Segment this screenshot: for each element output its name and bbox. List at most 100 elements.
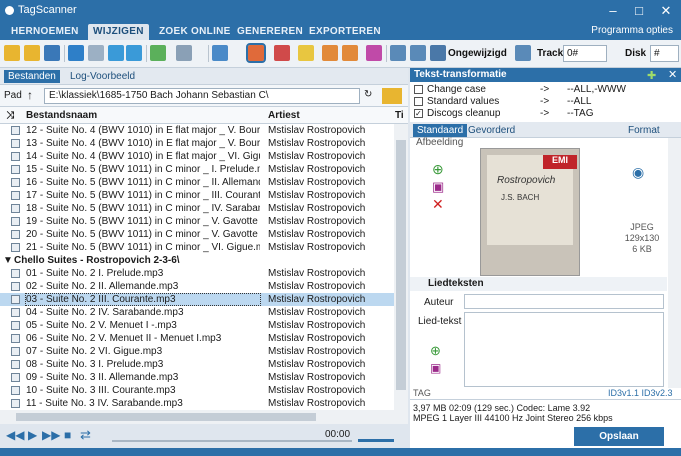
select-icon[interactable] [150, 45, 166, 61]
table-row[interactable]: 03 - Suite No. 2 III. Courante.mp3 Mstisl… [0, 293, 394, 306]
table-row[interactable]: 17 - Suite No. 5 (BWV 1011) in C minor _… [0, 189, 394, 202]
table-row[interactable]: 14 - Suite No. 4 (BWV 1010) in E flat ma… [0, 150, 394, 163]
table-row[interactable]: 05 - Suite No. 2 V. Menuet I -.mp3 Mstisl… [0, 319, 394, 332]
transform-row[interactable]: Change case -> --ALL,-WWW [410, 84, 681, 95]
tag-editor-icon[interactable] [246, 43, 266, 63]
table-row[interactable]: 20 - Suite No. 5 (BWV 1011) in C minor _… [0, 228, 394, 241]
save-lyrics-icon[interactable]: ▣ [430, 361, 441, 375]
move-up-icon[interactable] [126, 45, 142, 61]
horizontal-scrollbar[interactable] [0, 410, 408, 424]
tab-hernoemen[interactable]: HERNOEMEN [6, 24, 84, 40]
browse-folder-icon[interactable] [382, 88, 402, 104]
eye-icon[interactable]: ◉ [632, 164, 644, 181]
repeat-icon[interactable]: ⇄ [80, 427, 91, 443]
tab-log-preview[interactable]: Log-Voorbeeld [66, 70, 139, 83]
table-row[interactable]: 02 - Suite No. 2 II. Allemande.mp3 Mstisl… [0, 280, 394, 293]
tab-files[interactable]: Bestanden [4, 70, 60, 83]
table-row[interactable]: 08 - Suite No. 3 I. Prelude.mp3 Mstislav … [0, 358, 394, 371]
album-artwork[interactable]: EMI Rostropovich J.S. BACH [480, 148, 580, 276]
delete-image-icon[interactable]: ✕ [432, 196, 444, 213]
add-folder-icon[interactable] [24, 45, 40, 61]
disk-field[interactable]: # [650, 45, 679, 62]
lyrics-field[interactable] [464, 312, 664, 387]
seek-bar[interactable] [112, 440, 352, 442]
up-arrow-icon[interactable]: ↑ [27, 88, 33, 102]
tag-folder-icon[interactable] [298, 45, 314, 61]
forward-icon[interactable]: ▶▶ [42, 428, 60, 442]
lyrics-header[interactable]: Liedteksten [410, 277, 667, 291]
table-row[interactable]: 11 - Suite No. 3 IV. Sarabande.mp3 Mstisl… [0, 397, 394, 410]
tab-standard[interactable]: Standaard [413, 124, 468, 137]
image-icon[interactable] [390, 45, 406, 61]
table-row[interactable]: 04 - Suite No. 2 IV. Sarabande.mp3 Mstisl… [0, 306, 394, 319]
table-row[interactable]: 13 - Suite No. 4 (BWV 1010) in E flat ma… [0, 137, 394, 150]
tab-wijzigen[interactable]: WIJZIGEN [88, 24, 149, 40]
add-image-icon[interactable]: ⊕ [432, 161, 444, 178]
program-options-link[interactable]: Programma opties [591, 25, 673, 36]
table-row[interactable]: 19 - Suite No. 5 (BWV 1011) in C minor _… [0, 215, 394, 228]
hscroll-thumb[interactable] [16, 413, 316, 421]
column-artist[interactable]: Artiest [268, 110, 300, 121]
table-row[interactable]: 10 - Suite No. 3 III. Courante.mp3 Mstisl… [0, 384, 394, 397]
calendar-icon[interactable] [430, 45, 446, 61]
close-button[interactable]: ✕ [655, 2, 677, 20]
tab-genereren[interactable]: GENEREREN [232, 24, 308, 40]
table-row[interactable]: 09 - Suite No. 3 II. Allemande.mp3 Mstisl… [0, 371, 394, 384]
transform-checkbox[interactable]: ✓ [414, 109, 423, 118]
column-title[interactable]: Ti [395, 110, 404, 121]
open-folder-icon[interactable] [4, 45, 20, 61]
rewind-icon[interactable]: ◀◀ [6, 428, 24, 442]
stop-icon[interactable]: ■ [64, 428, 71, 442]
transform-checkbox[interactable] [414, 85, 423, 94]
maximize-button[interactable]: □ [628, 2, 650, 20]
minimize-button[interactable]: – [602, 2, 624, 20]
search-icon[interactable] [212, 45, 228, 61]
save-tag-icon[interactable] [515, 45, 531, 61]
sort-icon[interactable] [176, 45, 192, 61]
author-field[interactable] [464, 294, 664, 309]
table-row[interactable]: 07 - Suite No. 2 VI. Gigue.mp3 Mstislav R… [0, 345, 394, 358]
add-lyrics-icon[interactable]: ⊕ [430, 343, 441, 359]
transform-checkbox[interactable] [414, 97, 423, 106]
shuffle-icon[interactable]: ⤨ [6, 110, 14, 121]
tab-exporteren[interactable]: EXPORTEREN [304, 24, 386, 40]
table-row[interactable]: 18 - Suite No. 5 (BWV 1011) in C minor _… [0, 202, 394, 215]
table-row[interactable]: 21 - Suite No. 5 (BWV 1011) in C minor _… [0, 241, 394, 254]
remove-tag-icon[interactable] [274, 45, 290, 61]
tab-advanced[interactable]: Gevorderd [464, 124, 519, 137]
transform-icon[interactable] [366, 45, 382, 61]
track-field[interactable]: 0# [563, 45, 607, 62]
table-row[interactable]: 12 - Suite No. 4 (BWV 1010) in E flat ma… [0, 124, 394, 137]
paste-tag-icon[interactable] [342, 45, 358, 61]
table-row[interactable]: 06 - Suite No. 2 V. Menuet II - Menuet I… [0, 332, 394, 345]
folder-group-row[interactable]: ▼ Chello Suites - Rostropovich 2-3-6\ [0, 254, 394, 267]
move-down-icon[interactable] [108, 45, 124, 61]
column-filename[interactable]: Bestandsnaam [26, 110, 97, 121]
image-save-icon[interactable] [410, 45, 426, 61]
table-row[interactable]: 01 - Suite No. 2 I. Prelude.mp3 Mstislav … [0, 267, 394, 280]
grid-view-icon[interactable] [68, 45, 84, 61]
transform-row[interactable]: Standard values -> --ALL [410, 96, 681, 107]
list-view-icon[interactable] [88, 45, 104, 61]
table-row[interactable]: 16 - Suite No. 5 (BWV 1011) in C minor _… [0, 176, 394, 189]
collapse-icon[interactable]: ▼ [3, 255, 13, 266]
add-icon[interactable]: ✚ [647, 69, 656, 82]
table-row[interactable]: 15 - Suite No. 5 (BWV 1011) in C minor _… [0, 163, 394, 176]
undo-icon[interactable] [44, 45, 60, 61]
format-link[interactable]: Format [624, 124, 664, 137]
editor-scrollbar[interactable] [668, 138, 681, 388]
scroll-thumb[interactable] [396, 140, 406, 390]
path-input[interactable]: E:\klassiek\1685-1750 Bach Johann Sebast… [44, 88, 360, 104]
tab-zoek-online[interactable]: ZOEK ONLINE [154, 24, 236, 40]
refresh-icon[interactable]: ↻ [364, 89, 372, 100]
volume-slider[interactable] [358, 439, 394, 442]
transform-row[interactable]: ✓ Discogs cleanup -> --TAG [410, 108, 681, 119]
play-icon[interactable]: ▶ [28, 428, 37, 442]
status-bar [0, 448, 681, 456]
save-button[interactable]: Opslaan [574, 427, 664, 446]
unchanged-dropdown[interactable]: Ongewijzigd [448, 48, 507, 59]
save-image-icon[interactable]: ▣ [432, 179, 444, 195]
close-panel-icon[interactable]: ✕ [668, 68, 677, 81]
vertical-scrollbar[interactable] [394, 124, 408, 410]
copy-tag-icon[interactable] [322, 45, 338, 61]
